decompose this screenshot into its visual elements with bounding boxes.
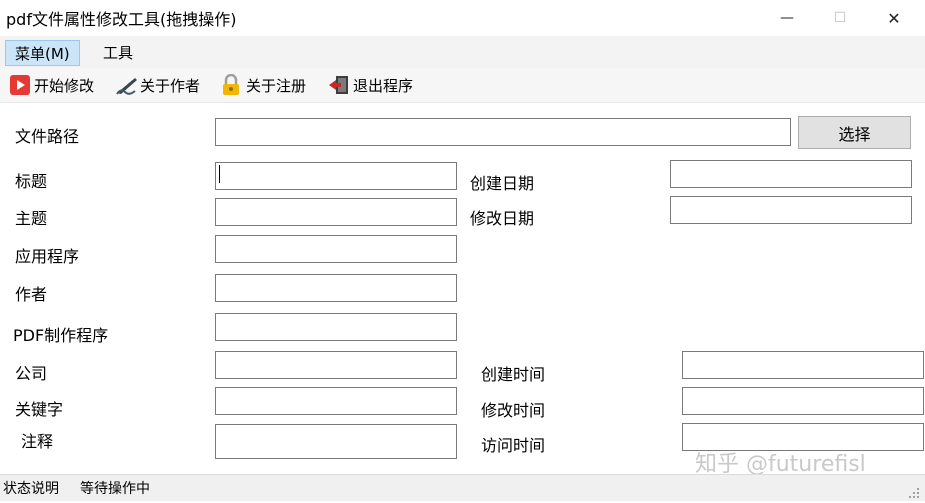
comments-input[interactable] bbox=[215, 424, 457, 459]
modified-date-label: 修改日期 bbox=[470, 209, 535, 228]
about-register-button[interactable]: 关于注册 bbox=[221, 73, 306, 97]
pdf-producer-input[interactable] bbox=[215, 313, 457, 341]
minimize-button[interactable]: — bbox=[764, 0, 810, 36]
created-time-label: 创建时间 bbox=[481, 365, 546, 384]
start-modify-label: 开始修改 bbox=[34, 76, 95, 95]
menu-item-menu[interactable]: 菜单(M) bbox=[5, 40, 80, 66]
text-caret bbox=[219, 165, 220, 183]
keywords-label: 关键字 bbox=[15, 400, 64, 419]
select-file-button[interactable]: 选择 bbox=[798, 116, 911, 149]
resize-grip-icon[interactable] bbox=[908, 484, 920, 498]
about-author-label: 关于作者 bbox=[140, 76, 201, 95]
created-date-input[interactable] bbox=[670, 160, 912, 188]
author-input[interactable] bbox=[215, 274, 457, 302]
exit-program-label: 退出程序 bbox=[353, 76, 414, 95]
about-register-label: 关于注册 bbox=[246, 76, 307, 95]
modified-time-label: 修改时间 bbox=[481, 401, 546, 420]
application-input[interactable] bbox=[215, 235, 457, 263]
exit-program-button[interactable]: 退出程序 bbox=[328, 73, 413, 97]
author-label: 作者 bbox=[15, 285, 48, 304]
lock-icon bbox=[221, 73, 243, 96]
play-icon bbox=[9, 74, 31, 96]
menu-item-tools[interactable]: 工具 bbox=[94, 40, 142, 64]
company-label: 公司 bbox=[15, 364, 48, 383]
comments-label: 注释 bbox=[21, 432, 54, 451]
maximize-button[interactable]: ☐ bbox=[817, 0, 863, 36]
title-input[interactable] bbox=[215, 162, 457, 190]
accessed-time-label: 访问时间 bbox=[481, 436, 546, 455]
file-path-label: 文件路径 bbox=[15, 127, 80, 146]
status-text: 等待操作中 bbox=[80, 481, 150, 497]
window-title: pdf文件属性修改工具(拖拽操作) bbox=[6, 10, 237, 29]
pen-icon bbox=[115, 74, 137, 96]
keywords-input[interactable] bbox=[215, 387, 457, 415]
start-modify-button[interactable]: 开始修改 bbox=[9, 73, 94, 97]
pdf-producer-label: PDF制作程序 bbox=[13, 326, 109, 345]
application-label: 应用程序 bbox=[15, 247, 80, 266]
exit-icon bbox=[328, 74, 350, 96]
created-date-label: 创建日期 bbox=[470, 174, 535, 193]
status-label: 状态说明 bbox=[3, 481, 59, 497]
created-time-input[interactable] bbox=[682, 351, 924, 379]
title-label: 标题 bbox=[15, 172, 48, 191]
modified-date-input[interactable] bbox=[670, 196, 912, 224]
file-path-input[interactable] bbox=[215, 118, 791, 146]
subject-label: 主题 bbox=[15, 209, 48, 228]
about-author-button[interactable]: 关于作者 bbox=[115, 73, 200, 97]
company-input[interactable] bbox=[215, 351, 457, 379]
close-button[interactable]: ✕ bbox=[871, 0, 917, 36]
modified-time-input[interactable] bbox=[682, 387, 924, 415]
subject-input[interactable] bbox=[215, 198, 457, 226]
